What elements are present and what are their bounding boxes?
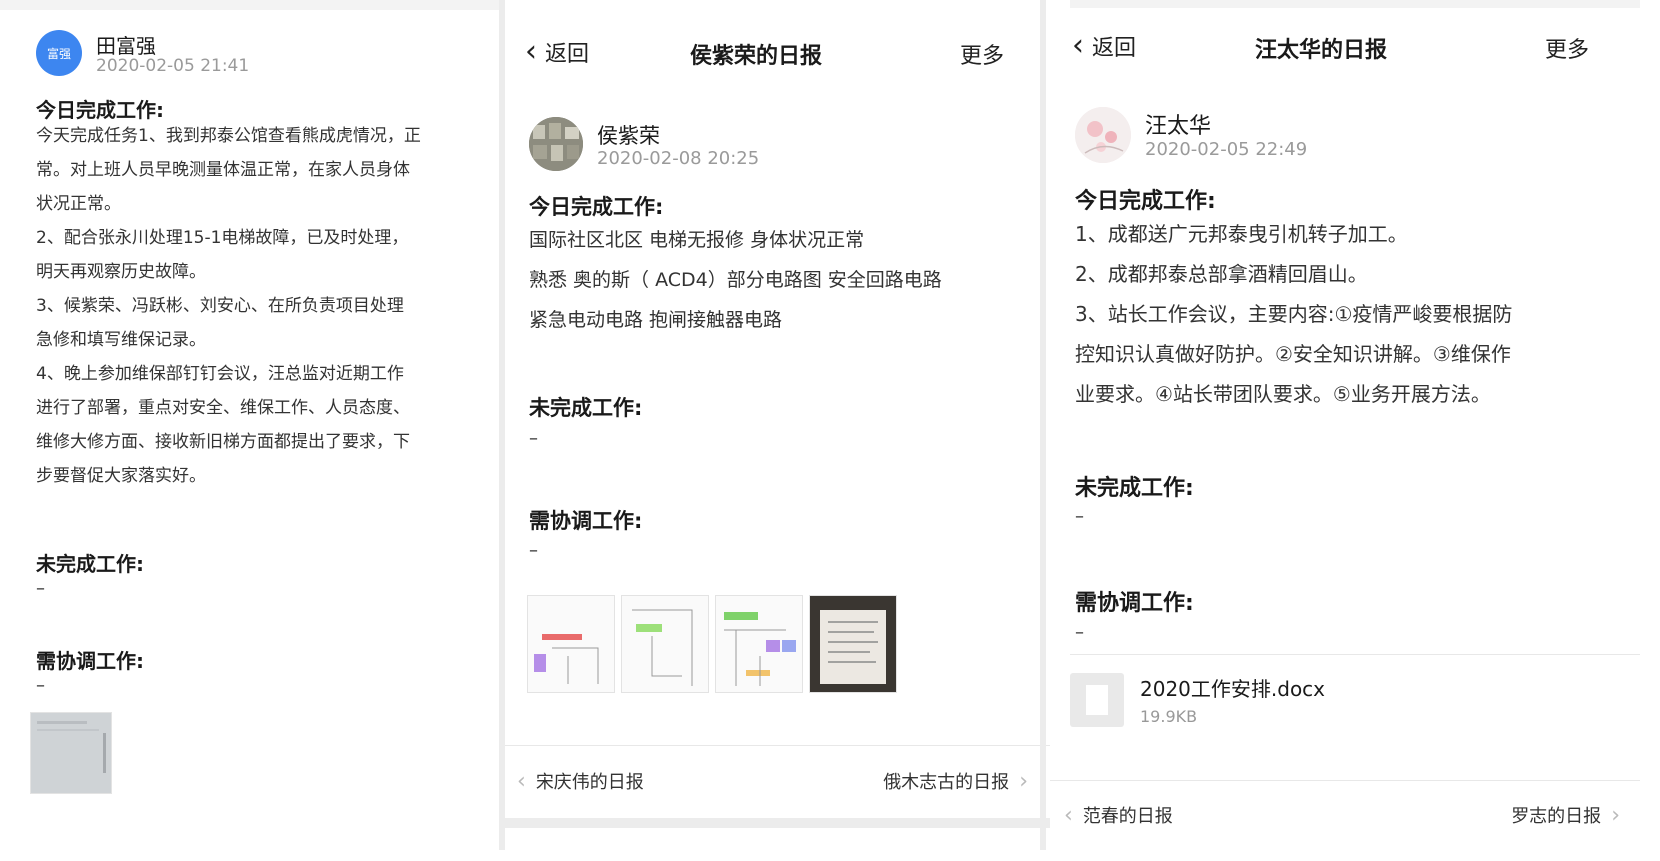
- prev-chevron-icon: ‹: [1064, 802, 1073, 828]
- attachment-thumbnail[interactable]: [527, 595, 615, 693]
- done-line: 4、晚上参加维保部钉钉会议，汪总监对近期工作: [36, 364, 404, 384]
- avatar-text: 富强: [46, 46, 71, 61]
- done-line: 2、成都邦泰总部拿酒精回眉山。: [1075, 262, 1368, 286]
- attachment-file-name[interactable]: 2020工作安排.docx: [1140, 673, 1325, 702]
- report-time: 2020-02-05 22:49: [1145, 139, 1308, 160]
- done-line: 维修大修方面、接收新旧梯方面都提出了要求，下: [36, 432, 410, 452]
- coord-title: 需协调工作:: [1075, 591, 1194, 616]
- undone-value: –: [36, 578, 45, 599]
- back-button[interactable]: ‹ 返回: [525, 36, 589, 68]
- top-divider: [1070, 0, 1640, 8]
- done-line: 熟悉 奥的斯（ ACD4）部分电路图 安全回路电路: [529, 269, 942, 291]
- avatar[interactable]: 富强: [36, 30, 82, 76]
- more-button[interactable]: 更多: [960, 38, 1004, 70]
- author-name: 汪太华: [1145, 114, 1212, 139]
- page-title: 侯紫荣的日报: [690, 44, 823, 69]
- prev-chevron-icon: ‹: [517, 768, 526, 794]
- done-title: 今日完成工作:: [529, 195, 664, 219]
- scan-image-icon: [31, 713, 111, 793]
- undone-value: –: [529, 428, 538, 449]
- coord-value: –: [529, 540, 538, 561]
- done-line: 急修和填写维保记录。: [36, 330, 206, 350]
- prev-report-label: 范春的日报: [1082, 806, 1173, 827]
- more-button[interactable]: 更多: [1545, 32, 1589, 64]
- done-line: 1、成都送广元邦泰曳引机转子加工。: [1075, 222, 1408, 246]
- report-panel-tian: 富强 田富强 2020-02-05 21:41 今日完成工作: 今天完成任务1、…: [0, 0, 505, 861]
- next-report-label: 罗志的日报: [1511, 806, 1602, 827]
- report-time: 2020-02-08 20:25: [597, 148, 760, 169]
- done-line: 常。对上班人员早晚测量体温正常，在家人员身体: [36, 160, 410, 180]
- next-chevron-icon: ›: [1611, 802, 1620, 828]
- done-line: 业要求。④站长带团队要求。⑤业务开展方法。: [1075, 382, 1491, 406]
- author-name: 田富强: [96, 34, 156, 58]
- back-label: 返回: [545, 42, 590, 67]
- circuit-diagram-icon: [528, 596, 614, 692]
- done-line: 今天完成任务1、我到邦泰公馆查看熊成虎情况，正: [36, 126, 421, 146]
- done-line: 紧急电动电路 抱闸接触器电路: [529, 309, 783, 331]
- circuit-diagram-icon: [622, 596, 708, 692]
- author-name: 侯紫荣: [597, 124, 660, 148]
- flower-avatar-icon: [1075, 107, 1131, 163]
- undone-title: 未完成工作:: [1075, 476, 1194, 501]
- bottom-bar: [505, 818, 1050, 828]
- footer-divider: [1050, 780, 1640, 781]
- attachment-divider: [1070, 654, 1640, 655]
- coord-title: 需协调工作:: [36, 649, 144, 673]
- next-chevron-icon: ›: [1019, 768, 1028, 794]
- footer-divider: [505, 745, 1050, 746]
- next-report-link[interactable]: 罗志的日报 ›: [1511, 802, 1620, 828]
- done-line: 控知识认真做好防护。②安全知识讲解。③维保作: [1075, 342, 1511, 366]
- done-line: 3、候紫荣、冯跃彬、刘安心、在所负责项目处理: [36, 296, 404, 316]
- document-photo-icon: [810, 596, 896, 692]
- circuit-diagram-icon: [716, 596, 802, 692]
- back-label: 返回: [1092, 36, 1137, 61]
- attachment-thumbnail[interactable]: [30, 712, 112, 794]
- report-panel-hou: ‹ 返回 侯紫荣的日报 更多 侯紫荣 2020-02-08 20:25 今日完成…: [505, 0, 1050, 861]
- next-report-link[interactable]: 俄木志古的日报 ›: [883, 768, 1028, 794]
- attachment-file-size: 19.9KB: [1140, 707, 1198, 726]
- coord-value: –: [36, 675, 45, 696]
- next-report-label: 俄木志古的日报: [883, 772, 1010, 793]
- report-time: 2020-02-05 21:41: [96, 56, 250, 76]
- done-line: 2、配合张永川处理15-1电梯故障，已及时处理，: [36, 228, 409, 248]
- undone-title: 未完成工作:: [36, 552, 144, 576]
- prev-report-label: 宋庆伟的日报: [535, 772, 644, 793]
- done-line: 明天再观察历史故障。: [36, 262, 206, 282]
- prev-report-link[interactable]: ‹ 范春的日报: [1064, 802, 1173, 828]
- report-panel-wang: ‹ 返回 汪太华的日报 更多 汪太华 2020-02-05 22:49 今日完成…: [1050, 0, 1660, 861]
- done-line: 步要督促大家落实好。: [36, 466, 206, 486]
- attachment-thumbnail[interactable]: [809, 595, 897, 693]
- done-line: 状况正常。: [36, 194, 121, 214]
- coord-value: –: [1075, 622, 1084, 643]
- avatar[interactable]: [529, 117, 583, 171]
- back-button[interactable]: ‹ 返回: [1072, 30, 1136, 62]
- photo-avatar-icon: [529, 117, 583, 171]
- panel-divider: [1040, 0, 1046, 850]
- prev-report-link[interactable]: ‹ 宋庆伟的日报: [517, 768, 644, 794]
- back-chevron-icon: ‹: [525, 34, 537, 69]
- undone-value: –: [1075, 506, 1084, 527]
- page-title: 汪太华的日报: [1255, 38, 1388, 63]
- coord-title: 需协调工作:: [529, 509, 643, 533]
- done-title: 今日完成工作:: [1075, 189, 1216, 214]
- avatar[interactable]: [1075, 107, 1131, 163]
- file-icon: [1070, 673, 1124, 727]
- attachment-thumbnail[interactable]: [621, 595, 709, 693]
- done-line: 进行了部署，重点对安全、维保工作、人员态度、: [36, 398, 410, 418]
- back-chevron-icon: ‹: [1072, 28, 1084, 63]
- undone-title: 未完成工作:: [529, 396, 643, 420]
- top-divider: [0, 0, 505, 10]
- attachment-thumbnail[interactable]: [715, 595, 803, 693]
- done-line: 3、站长工作会议，主要内容:①疫情严峻要根据防: [1075, 302, 1513, 326]
- done-line: 国际社区北区 电梯无报修 身体状况正常: [529, 229, 865, 251]
